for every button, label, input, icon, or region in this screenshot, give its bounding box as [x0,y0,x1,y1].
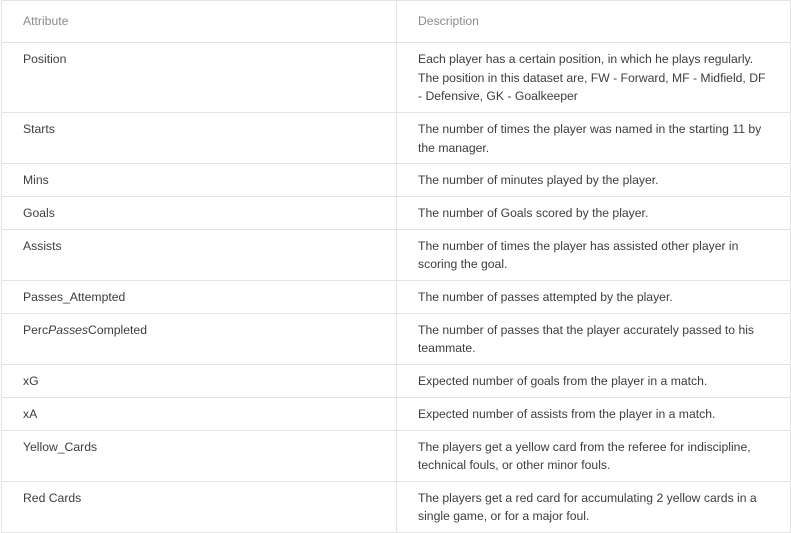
table-row: Starts The number of times the player wa… [1,112,791,164]
attribute-cell: Goals [1,196,397,230]
table-row: Yellow_Cards The players get a yellow ca… [1,429,791,482]
attribute-cell: Passes_Attempted [1,279,397,314]
attribute-cell: PercPassesCompleted [1,312,397,365]
description-cell: The number of minutes played by the play… [396,163,791,197]
attributes-table-container: Attribute Description Position Each play… [1,0,791,533]
description-cell: Expected number of goals from the player… [396,363,791,398]
column-header-attribute: Attribute [1,0,397,43]
description-cell: The number of passes that the player acc… [396,312,791,365]
table-row: Goals The number of Goals scored by the … [1,196,791,230]
description-cell: The players get a red card for accumulat… [396,480,791,533]
description-cell: Each player has a certain position, in w… [396,42,791,113]
description-cell: The number of times the player was named… [396,112,791,164]
table-row: PercPassesCompleted The number of passes… [1,312,791,365]
column-header-description: Description [396,0,791,43]
table-row: Passes_Attempted The number of passes at… [1,279,791,314]
table-row: xA Expected number of assists from the p… [1,396,791,431]
attribute-cell: Red Cards [1,480,397,533]
attributes-table: Attribute Description Position Each play… [1,0,791,533]
table-row: xG Expected number of goals from the pla… [1,363,791,398]
attribute-cell: Yellow_Cards [1,429,397,482]
attribute-part: Perc [23,322,49,337]
attribute-part: Completed [88,322,147,337]
attribute-cell: Assists [1,228,397,281]
table-row: Mins The number of minutes played by the… [1,163,791,197]
attribute-cell: Starts [1,112,397,164]
attribute-part-italic: Passes [48,322,89,337]
table-row: Red Cards The players get a red card for… [1,480,791,533]
attribute-cell: xA [1,396,397,431]
header-row: Attribute Description [1,0,791,43]
attribute-cell: Position [1,42,397,113]
table-row: Position Each player has a certain posit… [1,42,791,113]
attribute-cell: Mins [1,163,397,197]
table-body: Position Each player has a certain posit… [1,42,791,533]
table-header: Attribute Description [1,0,791,43]
table-row: Assists The number of times the player h… [1,228,791,281]
description-cell: The number of passes attempted by the pl… [396,279,791,314]
attribute-cell: xG [1,363,397,398]
description-cell: The number of times the player has assis… [396,228,791,281]
description-cell: Expected number of assists from the play… [396,396,791,431]
description-cell: The players get a yellow card from the r… [396,429,791,482]
description-cell: The number of Goals scored by the player… [396,196,791,230]
